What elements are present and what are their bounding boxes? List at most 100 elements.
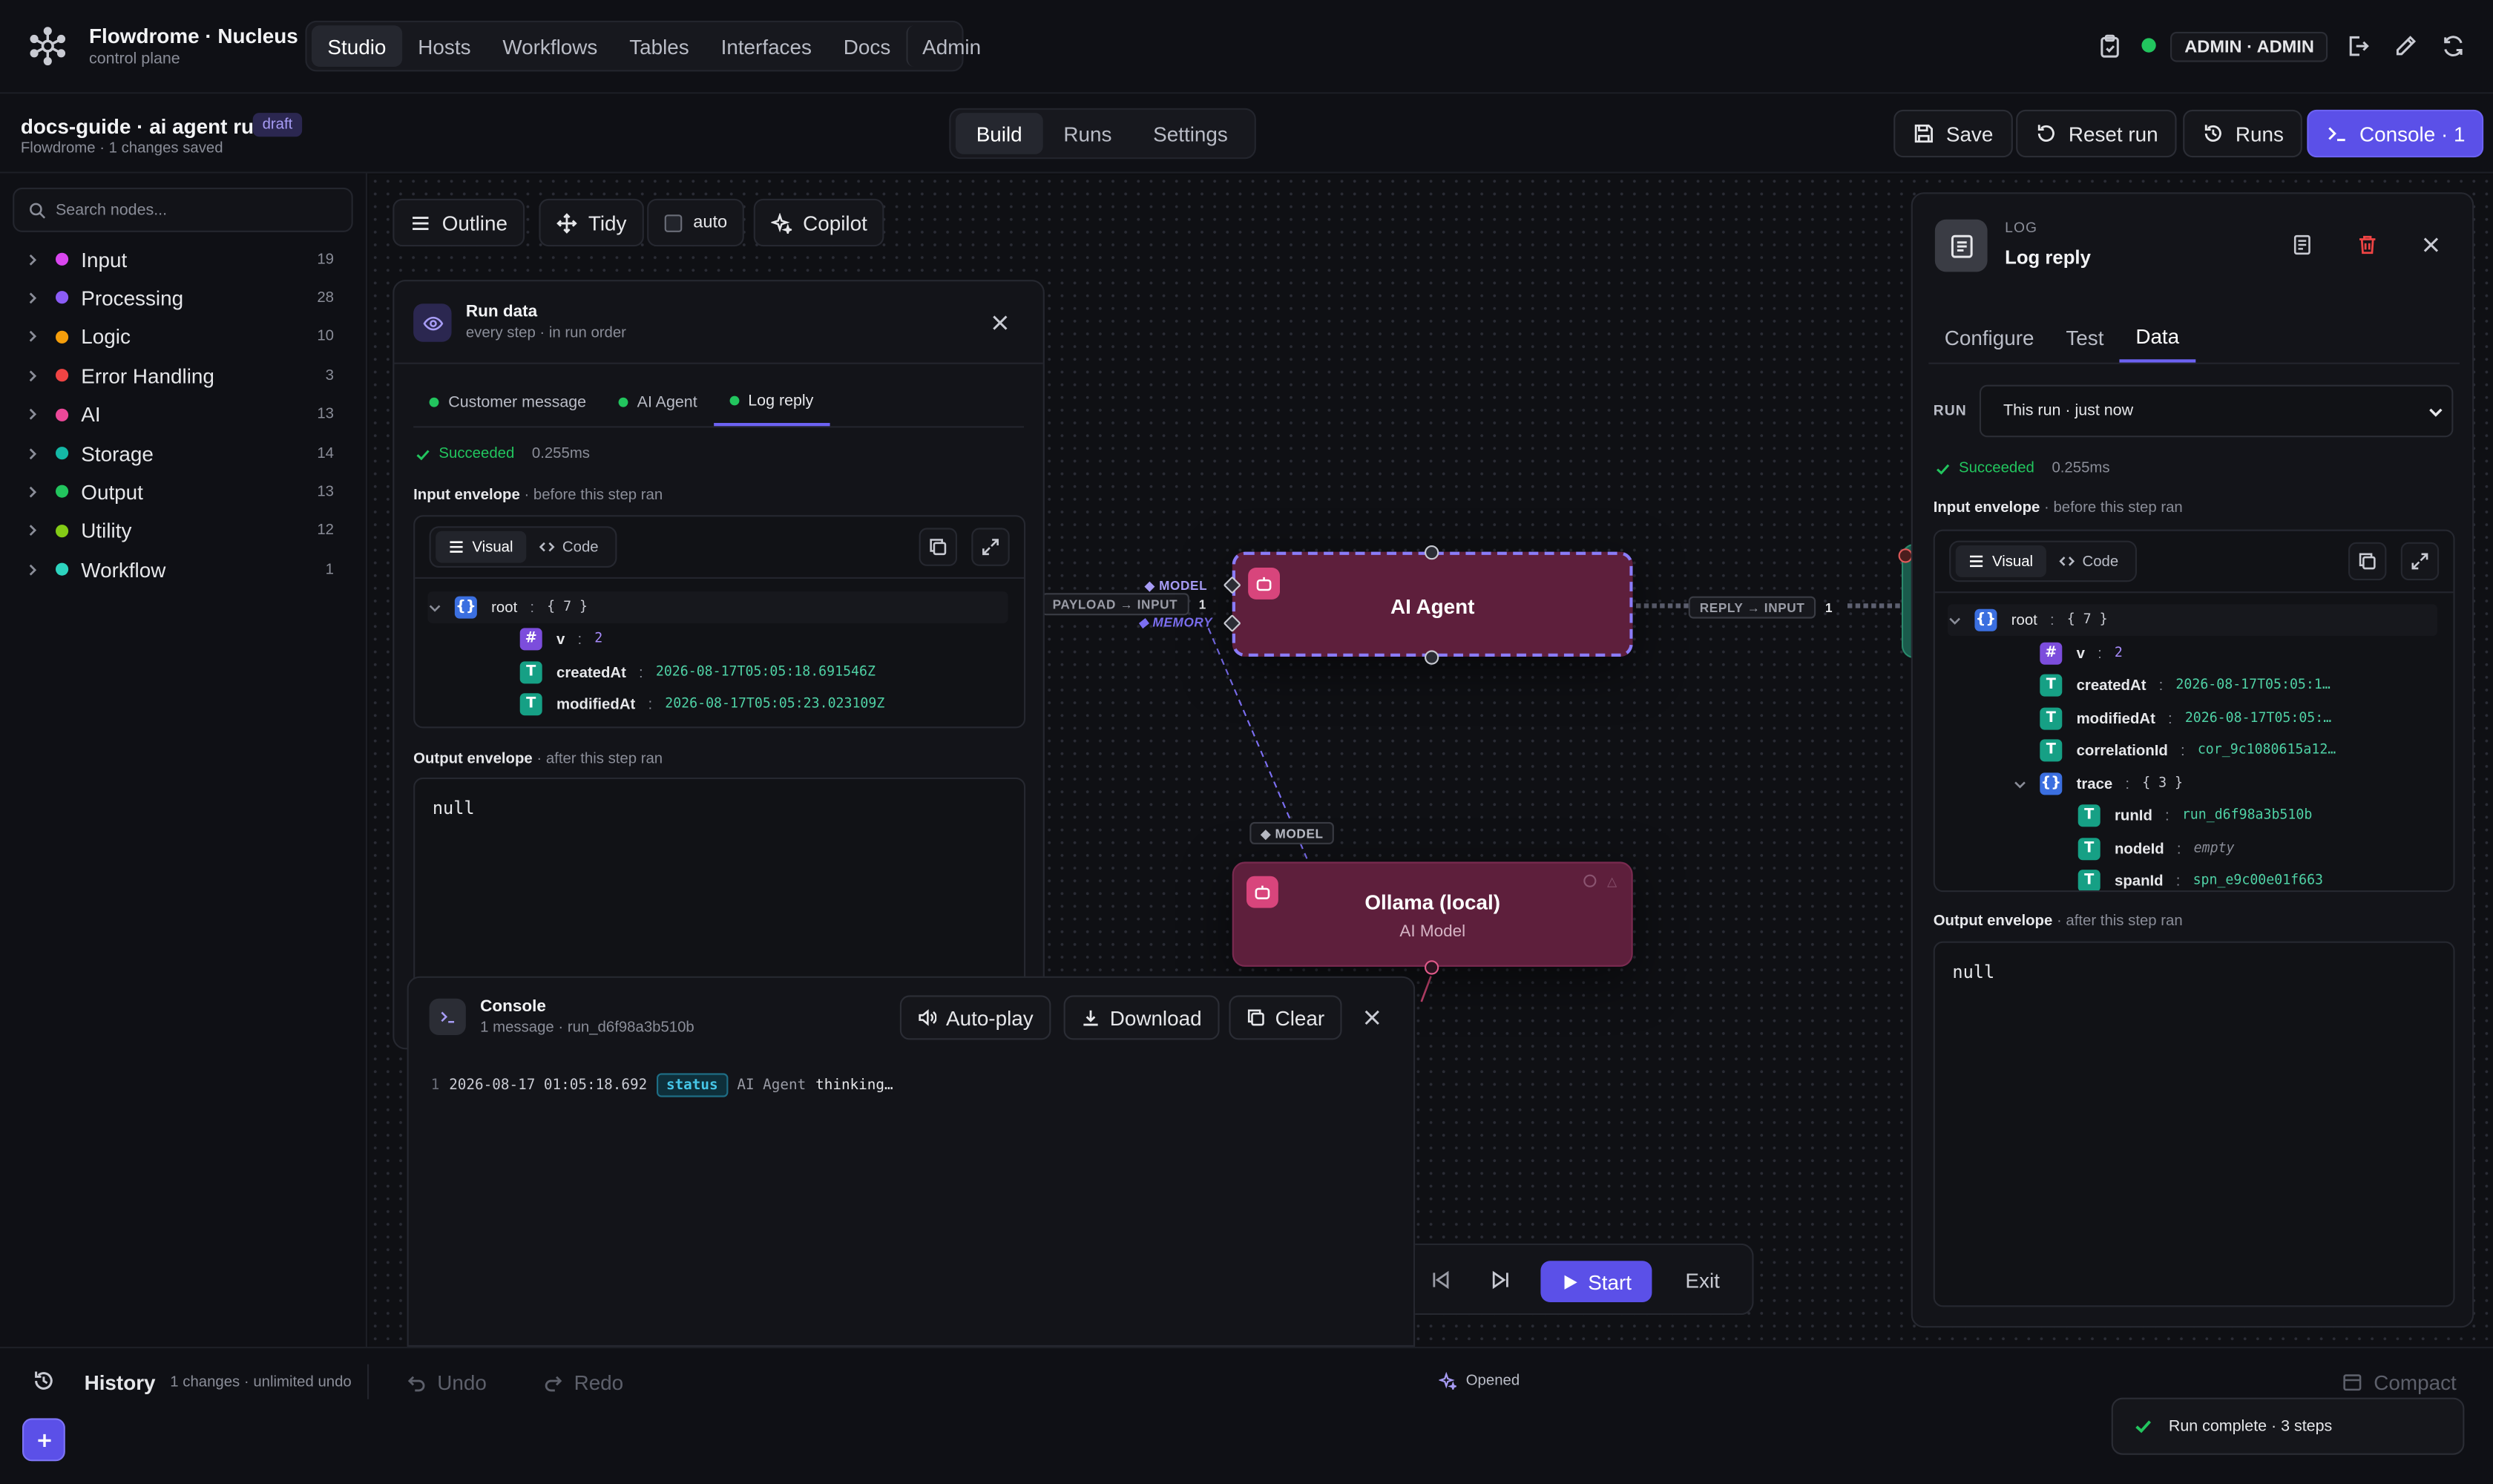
object-type-icon: {} (2040, 772, 2063, 795)
sidebar-category-ai[interactable]: AI 13 (0, 397, 367, 432)
refresh-icon[interactable] (2440, 33, 2466, 59)
view-visual-label: Visual (1992, 552, 2034, 571)
close-icon[interactable] (1362, 1008, 1382, 1028)
ollama-bottom-handle[interactable] (1425, 960, 1439, 975)
output-envelope-label: Output envelope · after this step ran (1934, 913, 2183, 930)
tab-test[interactable]: Test (2050, 312, 2120, 363)
view-code-label: Code (562, 538, 599, 556)
download-button[interactable]: Download (1063, 995, 1220, 1040)
save-button[interactable]: Save (1893, 109, 2013, 158)
tree-row-correlationId[interactable]: TcorrelationId: cor_9c1080615a12… (2040, 735, 2336, 766)
reset-run-button[interactable]: Reset run (2016, 109, 2178, 158)
redo-button[interactable]: Redo (544, 1370, 623, 1394)
step-tab-log-reply[interactable]: Log reply (713, 378, 830, 427)
view-visual-button[interactable]: Visual (1955, 545, 2046, 577)
autoplay-button[interactable]: Auto-play (899, 995, 1051, 1040)
close-icon[interactable] (991, 313, 1010, 332)
run-select[interactable]: This run · just now (1979, 384, 2454, 438)
history-icon[interactable] (32, 1369, 56, 1393)
number-type-icon: # (2040, 642, 2063, 665)
undo-button[interactable]: Undo (407, 1370, 487, 1394)
sidebar-category-error-handling[interactable]: Error Handling 3 (0, 358, 367, 393)
view-code-button[interactable]: Code (2046, 545, 2131, 577)
sidebar-category-logic[interactable]: Logic 10 (0, 319, 367, 354)
sidebar-category-workflow[interactable]: Workflow 1 (0, 552, 367, 587)
view-visual-button[interactable]: Visual (436, 531, 526, 563)
tree-row-createdAt[interactable]: TcreatedAt:2026-08-17T05:05:18.691546Z (519, 657, 876, 689)
copilot-button[interactable]: Copilot (753, 198, 885, 247)
step-tab-customer-message[interactable]: Customer message (413, 378, 602, 426)
start-label: Start (1588, 1270, 1632, 1294)
node-ollama-title: Ollama (local) (1364, 890, 1501, 915)
user-badge[interactable]: ADMIN · ADMIN (2170, 31, 2329, 62)
ai-agent-bottom-handle[interactable] (1425, 650, 1439, 665)
tree-row-createdAt[interactable]: TcreatedAt:2026-08-17T05:05:1… (2040, 669, 2331, 701)
tree-row-root[interactable]: {} root:{ 7 } (1948, 604, 2437, 637)
tab-settings[interactable]: Settings (1132, 113, 1248, 154)
outline-button[interactable]: Outline (392, 198, 525, 247)
skip-back-icon[interactable] (1429, 1269, 1451, 1291)
last-action: Opened (1439, 1372, 1520, 1390)
edit-pencil-icon[interactable] (2393, 33, 2418, 59)
nav-workflows[interactable]: Workflows (487, 25, 614, 67)
sidebar-category-output[interactable]: Output 13 (0, 474, 367, 509)
document-icon[interactable] (2291, 234, 2313, 256)
step-tab-ai-agent[interactable]: AI Agent (602, 378, 714, 426)
nav-admin[interactable]: Admin (906, 25, 997, 67)
last-action-label: Opened (1465, 1372, 1520, 1390)
nav-tables[interactable]: Tables (614, 25, 705, 67)
sidebar-category-storage[interactable]: Storage 14 (0, 436, 367, 470)
step-status-dot (617, 397, 628, 407)
status-ring-icon (1583, 874, 1597, 887)
document-title: docs-guide · ai agent run (20, 114, 267, 139)
tree-row-spanId[interactable]: TspanId: spn_e9c00e01f663 (2078, 865, 2323, 890)
sidebar-category-utility[interactable]: Utility 12 (0, 513, 367, 548)
nav-hosts[interactable]: Hosts (402, 25, 487, 67)
tab-build[interactable]: Build (955, 113, 1043, 154)
node-ai-agent[interactable]: AI Agent (1232, 551, 1633, 657)
ai-agent-top-handle[interactable] (1425, 545, 1439, 560)
close-icon[interactable] (2422, 235, 2441, 255)
auto-layout-toggle[interactable]: auto (647, 198, 745, 247)
runs-button[interactable]: Runs (2183, 109, 2303, 158)
nav-docs[interactable]: Docs (827, 25, 906, 67)
tree-row-modifiedAt[interactable]: TmodifiedAt:2026-08-17T05:05:… (2040, 703, 2331, 735)
copy-button[interactable] (2348, 542, 2387, 581)
input-envelope-title: Input envelope (413, 486, 520, 505)
tidy-button[interactable]: Tidy (539, 198, 645, 247)
compact-button[interactable]: Compact (2342, 1370, 2457, 1394)
copy-button[interactable] (919, 528, 957, 566)
sidebar-category-input[interactable]: Input 19 (0, 242, 367, 277)
tree-row-nodeId[interactable]: TnodeId: empty (2078, 833, 2235, 865)
exit-button[interactable]: Exit (1685, 1269, 1719, 1293)
auto-checkbox[interactable] (664, 214, 683, 232)
expand-button[interactable] (971, 528, 1010, 566)
nav-studio[interactable]: Studio (312, 25, 402, 67)
clear-button[interactable]: Clear (1229, 995, 1342, 1040)
expand-button[interactable] (2400, 542, 2440, 581)
sidebar-category-processing[interactable]: Processing 28 (0, 280, 367, 315)
tree-row-trace[interactable]: {} trace:{ 3 } (2013, 768, 2183, 800)
tree-row-v[interactable]: # v:2 (519, 623, 602, 655)
logout-icon[interactable] (2345, 33, 2371, 59)
add-node-button[interactable] (22, 1418, 65, 1462)
list-icon (1968, 554, 1984, 569)
view-code-button[interactable]: Code (526, 531, 611, 563)
node-search-input[interactable] (56, 201, 342, 219)
start-button[interactable]: Start (1540, 1261, 1652, 1302)
category-color-dot (56, 252, 69, 266)
tree-row-runId[interactable]: TrunId: run_d6f98a3b510b (2078, 800, 2312, 832)
tree-row-modifiedAt[interactable]: TmodifiedAt:2026-08-17T05:05:23.023109Z (519, 689, 884, 720)
console-button[interactable]: Console · 1 (2307, 109, 2485, 158)
trash-icon[interactable] (2356, 234, 2379, 256)
tab-configure[interactable]: Configure (1928, 312, 2050, 363)
object-type-icon: {} (454, 596, 477, 619)
tree-row-v[interactable]: # v:2 (2040, 637, 2123, 669)
tree-row-root[interactable]: {} root:{ 7 } (427, 591, 1008, 623)
node-ollama[interactable]: Ollama (local) AI Model △ (1232, 861, 1633, 967)
nav-interfaces[interactable]: Interfaces (705, 25, 827, 67)
clipboard-icon[interactable] (2097, 33, 2122, 59)
tab-data[interactable]: Data (2119, 312, 2195, 363)
tab-runs[interactable]: Runs (1043, 113, 1133, 154)
step-forward-icon[interactable] (1490, 1269, 1512, 1291)
